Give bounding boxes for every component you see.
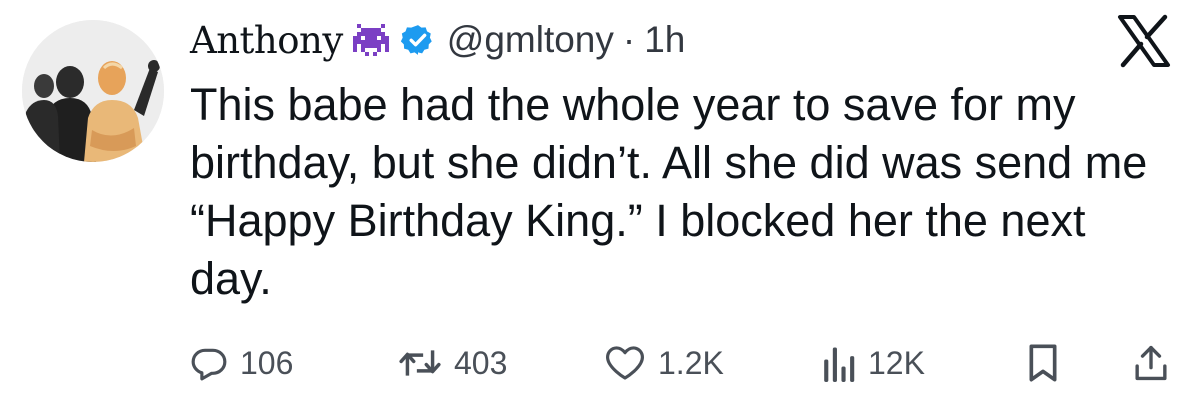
reply-count: 106 <box>240 344 294 381</box>
display-name[interactable]: Anthony <box>190 19 343 62</box>
alien-monster-icon <box>351 24 391 56</box>
like-count: 1.2K <box>658 344 724 381</box>
repost-button[interactable]: 403 <box>398 335 507 391</box>
verified-badge-icon[interactable] <box>400 23 435 57</box>
avatar-image <box>22 20 164 162</box>
reply-button[interactable]: 106 <box>190 335 293 391</box>
like-button[interactable]: 1.2K <box>604 335 724 391</box>
views-icon <box>820 344 856 382</box>
action-bar: 106 403 1.2K 12K <box>0 335 1200 391</box>
avatar[interactable] <box>22 20 164 162</box>
tweet-text: This babe had the whole year to save for… <box>190 79 1148 304</box>
share-icon <box>1132 343 1170 383</box>
like-icon <box>604 344 646 382</box>
tweet-header: Anthony @gmltony · 1h <box>190 12 685 68</box>
views-button[interactable]: 12K <box>820 335 925 391</box>
x-logo-icon <box>1116 14 1172 68</box>
handle[interactable]: @gmltony <box>447 19 614 61</box>
bookmark-icon <box>1026 343 1060 383</box>
separator-dot: · <box>622 19 636 60</box>
repost-icon <box>398 344 442 382</box>
views-count: 12K <box>868 344 925 381</box>
repost-count: 403 <box>454 344 508 381</box>
bookmark-button[interactable] <box>1026 335 1060 391</box>
share-button[interactable] <box>1132 335 1170 391</box>
timestamp[interactable]: 1h <box>644 19 685 61</box>
reply-icon <box>190 344 228 382</box>
